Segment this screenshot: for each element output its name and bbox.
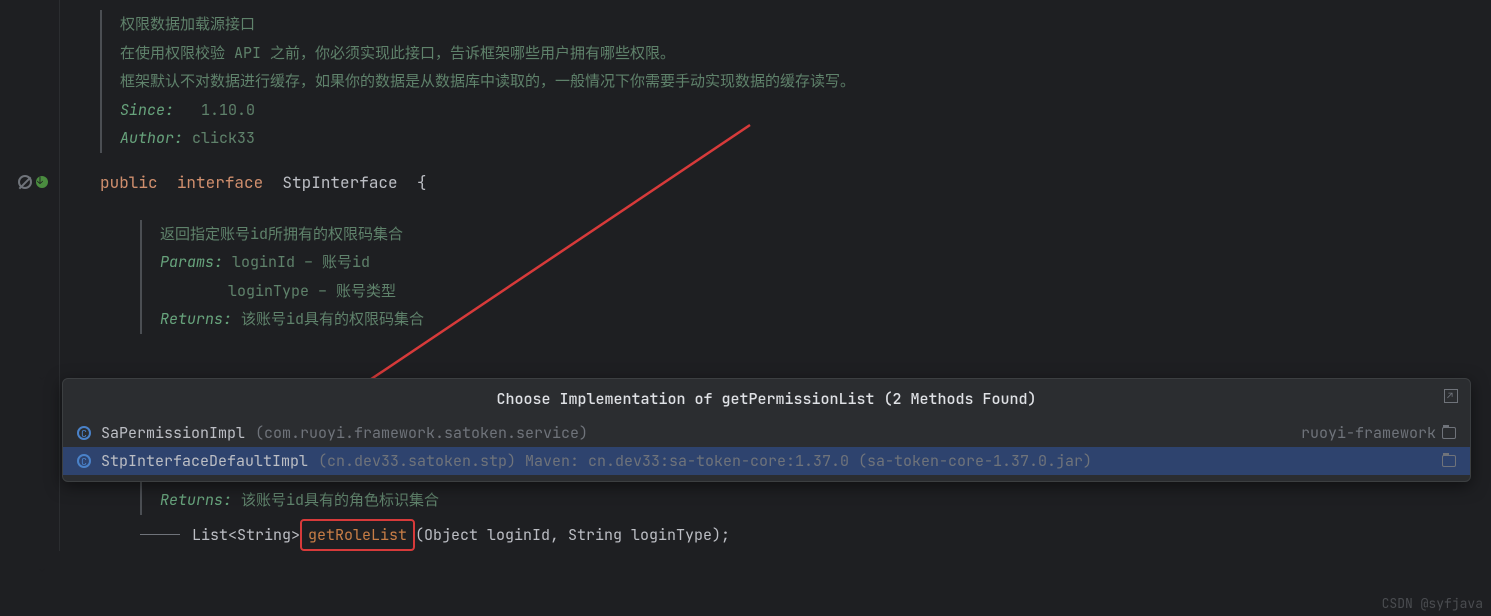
folder-icon bbox=[1442, 455, 1456, 467]
params-label: Params: bbox=[160, 252, 223, 272]
module-name: ruoyi-framework bbox=[1301, 423, 1436, 443]
gutter bbox=[0, 0, 60, 551]
watermark: CSDN @syfjava bbox=[1382, 595, 1483, 612]
keyword-interface: interface bbox=[177, 172, 263, 193]
doc-title: 权限数据加载源接口 bbox=[120, 10, 1491, 39]
package-path: (com.ruoyi.framework.satoken.service) bbox=[255, 423, 588, 443]
impl-option[interactable]: C SaPermissionImpl (com.ruoyi.framework.… bbox=[63, 419, 1470, 447]
impl-option-selected[interactable]: C StpInterfaceDefaultImpl (cn.dev33.sato… bbox=[63, 447, 1470, 475]
implementation-chooser-popup[interactable]: Choose Implementation of getPermissionLi… bbox=[62, 378, 1471, 482]
method-declaration: List<String> getRoleList (Object loginId… bbox=[90, 519, 1491, 551]
keyword-public: public bbox=[100, 172, 158, 193]
returns-label: Returns: bbox=[160, 309, 232, 329]
since-value: 1.10.0 bbox=[201, 100, 255, 120]
author-label: Author: bbox=[120, 128, 183, 148]
popup-title: Choose Implementation of getPermissionLi… bbox=[63, 379, 1470, 419]
author-value: click33 bbox=[192, 128, 255, 148]
javadoc-block: 权限数据加载源接口 在使用权限校验 API 之前，你必须实现此接口，告诉框架哪些… bbox=[100, 10, 1491, 153]
implementation-icon[interactable] bbox=[36, 176, 48, 188]
class-icon: C bbox=[77, 426, 91, 440]
returns-value: 该账号id具有的角色标识集合 bbox=[241, 490, 439, 510]
fold-line bbox=[140, 534, 180, 535]
javadoc-method-block: 返回指定账号id所拥有的权限码集合 Params: loginId – 账号id… bbox=[140, 220, 1491, 334]
returns-value: 该账号id具有的权限码集合 bbox=[241, 309, 424, 329]
brace-open: { bbox=[417, 172, 427, 193]
class-declaration: public interface StpInterface { bbox=[100, 168, 1491, 198]
class-name: StpInterfaceDefaultImpl bbox=[101, 451, 308, 471]
doc-title: 返回指定账号id所拥有的权限码集合 bbox=[160, 220, 1491, 249]
no-entry-icon bbox=[18, 175, 32, 189]
doc-desc: 框架默认不对数据进行缓存，如果你的数据是从数据库中读取的，一般情况下你需要手动实… bbox=[120, 67, 1491, 96]
doc-desc: 在使用权限校验 API 之前，你必须实现此接口，告诉框架哪些用户拥有哪些权限。 bbox=[120, 39, 1491, 68]
class-icon: C bbox=[77, 454, 91, 468]
class-name: StpInterface bbox=[282, 172, 397, 193]
class-name: SaPermissionImpl bbox=[101, 423, 245, 443]
method-name: getRoleList bbox=[300, 519, 415, 551]
method-params: (Object loginId, String loginType); bbox=[415, 525, 730, 545]
param: loginId – 账号id bbox=[232, 252, 370, 272]
param: loginType – 账号类型 bbox=[228, 281, 396, 301]
package-path: (cn.dev33.satoken.stp) Maven: cn.dev33:s… bbox=[318, 451, 1092, 471]
returns-label: Returns: bbox=[160, 490, 232, 510]
since-label: Since: bbox=[120, 100, 174, 120]
return-type: List<String> bbox=[192, 525, 300, 545]
expand-icon[interactable] bbox=[1444, 389, 1458, 403]
folder-icon bbox=[1442, 427, 1456, 439]
